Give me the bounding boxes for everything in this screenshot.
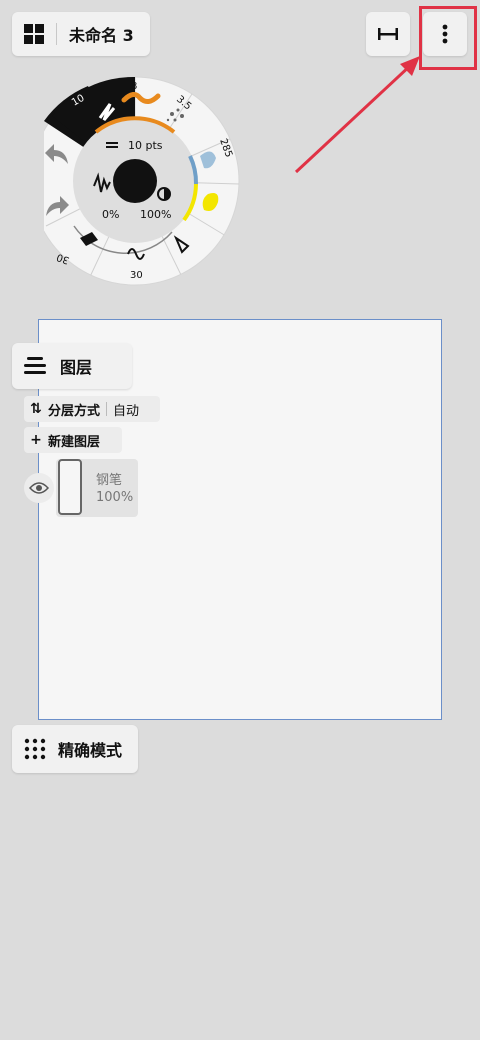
segment-label-2: 8 — [131, 81, 137, 92]
divider — [106, 402, 108, 416]
layer-thumbnail — [58, 459, 82, 515]
layer-mode-row[interactable]: ⇅ 分层方式 自动 — [24, 396, 160, 422]
layer-mode-value: 自动 — [113, 403, 140, 419]
tool-wheel[interactable]: 10 8 3.5 285 30 30 10 pts 0% 100% — [44, 76, 240, 286]
plus-icon: + — [30, 432, 42, 448]
brush-size-dot[interactable] — [113, 159, 157, 203]
dot-grid-icon — [24, 738, 46, 760]
document-title: 未命名 3 — [69, 26, 134, 45]
sort-icon: ⇅ — [30, 401, 42, 417]
segment-label-6: 30 — [130, 270, 143, 281]
layer-opacity: 100% — [96, 490, 134, 505]
new-layer-button[interactable]: + 新建图层 — [24, 427, 122, 453]
size-readout: 10 pts — [128, 139, 163, 152]
eye-icon — [29, 482, 49, 494]
divider — [56, 23, 57, 45]
document-button[interactable]: 未命名 3 — [12, 12, 150, 56]
visibility-toggle[interactable] — [24, 473, 54, 503]
undo-icon[interactable] — [44, 142, 70, 166]
layer-item[interactable]: 钢笔 100% — [56, 459, 138, 517]
ruler-icon — [378, 28, 398, 40]
min-opacity-readout: 0% — [102, 208, 119, 221]
layer-name: 钢笔 — [96, 473, 123, 488]
layers-title: 图层 — [60, 358, 93, 377]
gallery-grid-icon — [24, 24, 44, 44]
layer-mode-label: 分层方式 — [48, 403, 101, 419]
precision-mode-label: 精确模式 — [58, 741, 123, 760]
precision-mode-button[interactable]: 精确模式 — [12, 725, 138, 773]
annotation-arrow — [294, 56, 420, 174]
new-layer-label: 新建图层 — [48, 434, 101, 450]
layers-button[interactable]: 图层 — [12, 343, 132, 389]
layers-icon — [24, 357, 46, 374]
opacity-readout: 100% — [140, 208, 171, 221]
redo-icon[interactable] — [44, 194, 70, 218]
